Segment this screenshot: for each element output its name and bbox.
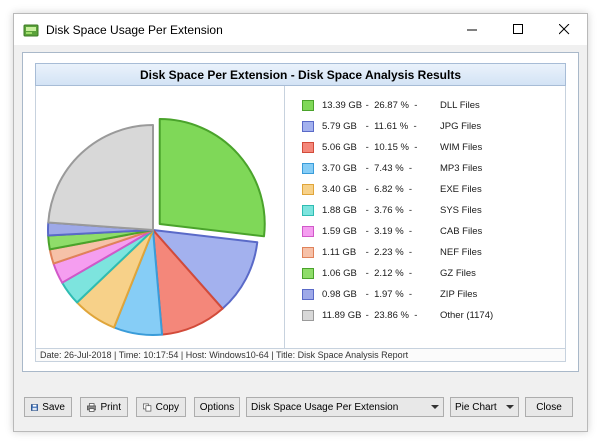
legend-percent: - 1.97 % - [363, 288, 413, 300]
legend-percent: - 3.19 % - [363, 225, 413, 237]
minimize-button[interactable] [449, 14, 495, 45]
app-window: Disk Space Usage Per Extension Disk Spac… [13, 13, 588, 432]
close-label: Close [536, 401, 562, 413]
legend-label: CAB Files [440, 225, 483, 237]
legend-item: 5.06 GB - 10.15 % - WIM Files [302, 140, 482, 154]
print-button[interactable]: Print [80, 397, 128, 417]
legend-item: 5.79 GB - 11.61 % - JPG Files [302, 119, 481, 133]
report-header: Disk Space Per Extension - Disk Space An… [35, 63, 566, 86]
legend-item: 1.88 GB - 3.76 % - SYS Files [302, 203, 482, 217]
options-button[interactable]: Options [194, 397, 240, 417]
legend-swatch [302, 267, 314, 279]
legend-percent: - 3.76 % - [363, 204, 413, 216]
legend-item: 0.98 GB - 1.97 % - ZIP Files [302, 287, 477, 301]
report-panel: Disk Space Per Extension - Disk Space An… [22, 52, 579, 372]
legend-swatch [302, 141, 314, 153]
legend-size: 5.06 GB [322, 141, 357, 153]
legend-percent: - 11.61 % - [363, 120, 417, 132]
legend-item: 13.39 GB - 26.87 % - DLL Files [302, 98, 480, 112]
minimize-icon [466, 29, 477, 31]
legend-percent: - 23.86 % - [363, 309, 418, 321]
legend-label: JPG Files [440, 120, 482, 132]
legend-percent: - 10.15 % - [363, 141, 418, 153]
save-label: Save [42, 401, 65, 413]
legend-percent: - 6.82 % - [363, 183, 413, 195]
legend-label: DLL Files [440, 99, 480, 111]
chart-type-select[interactable]: Pie Chart [450, 397, 519, 417]
legend-swatch [302, 120, 314, 132]
pie-chart [47, 118, 266, 336]
report-type-select[interactable]: Disk Space Usage Per Extension [246, 397, 444, 417]
chart-legend: 13.39 GB - 26.87 % - DLL Files 5.79 GB - 1… [284, 86, 566, 348]
pie-panel [36, 86, 284, 348]
chevron-down-icon [506, 405, 514, 409]
legend-item: 1.59 GB - 3.19 % - CAB Files [302, 224, 482, 238]
pie-slice-other-1174 [47, 124, 154, 231]
legend-item: 1.11 GB - 2.23 % - NEF Files [302, 245, 482, 259]
legend-percent: - 2.23 % - [363, 246, 413, 258]
legend-percent: - 7.43 % - [363, 162, 413, 174]
legend-percent: - 2.12 % - [363, 267, 413, 279]
maximize-button[interactable] [495, 14, 541, 45]
legend-swatch [302, 99, 314, 111]
pie-chart-icon [23, 24, 39, 36]
save-button[interactable]: Save [24, 397, 72, 417]
legend-item: 11.89 GB - 23.86 % - Other (1174) [302, 308, 493, 322]
legend-size: 1.59 GB [322, 225, 357, 237]
legend-item: 3.70 GB - 7.43 % - MP3 Files [302, 161, 482, 175]
legend-label: SYS Files [440, 204, 482, 216]
legend-label: Other (1174) [440, 309, 494, 321]
chart-area: 13.39 GB - 26.87 % - DLL Files 5.79 GB - 1… [35, 86, 566, 348]
options-label: Options [199, 401, 235, 413]
window-title: Disk Space Usage Per Extension [46, 22, 223, 37]
maximize-icon [512, 24, 523, 34]
legend-size: 3.70 GB [322, 162, 357, 174]
print-label: Print [100, 401, 121, 413]
legend-item: 3.40 GB - 6.82 % - EXE Files [302, 182, 482, 196]
chevron-down-icon [431, 405, 439, 409]
legend-swatch [302, 162, 314, 174]
legend-swatch [302, 288, 314, 300]
report-footer: Date: 26-Jul-2018 | Time: 10:17:54 | Hos… [35, 348, 566, 362]
pie-slice-dll-files [158, 118, 266, 238]
chart-type-value: Pie Chart [455, 401, 497, 413]
legend-label: NEF Files [440, 246, 482, 258]
close-icon [558, 24, 569, 35]
legend-label: GZ Files [440, 267, 476, 279]
legend-item: 1.06 GB - 2.12 % - GZ Files [302, 266, 476, 280]
copy-icon [143, 403, 152, 411]
legend-size: 0.98 GB [322, 288, 357, 300]
report-type-value: Disk Space Usage Per Extension [251, 401, 399, 413]
copy-label: Copy [155, 401, 179, 413]
legend-label: EXE Files [440, 183, 482, 195]
title-bar[interactable]: Disk Space Usage Per Extension [14, 14, 587, 45]
legend-size: 13.39 GB [322, 99, 363, 111]
legend-swatch [302, 309, 314, 321]
printer-icon [87, 402, 97, 412]
bottom-toolbar: Save Print Copy Options Disk Space Usage… [14, 393, 587, 419]
legend-label: WIM Files [440, 141, 483, 153]
legend-size: 1.06 GB [322, 267, 357, 279]
legend-percent: - 26.87 % - [363, 99, 418, 111]
legend-size: 11.89 GB [322, 309, 362, 321]
legend-size: 3.40 GB [322, 183, 357, 195]
legend-size: 1.88 GB [322, 204, 357, 216]
legend-size: 5.79 GB [322, 120, 357, 132]
legend-swatch [302, 204, 314, 216]
legend-swatch [302, 225, 314, 237]
legend-swatch [302, 246, 314, 258]
close-window-button[interactable] [541, 14, 587, 45]
legend-label: ZIP Files [440, 288, 478, 300]
copy-button[interactable]: Copy [136, 397, 186, 417]
floppy-disk-icon [31, 403, 39, 411]
legend-label: MP3 Files [440, 162, 483, 174]
legend-size: 1.11 GB [322, 246, 357, 258]
close-button[interactable]: Close [525, 397, 573, 417]
legend-swatch [302, 183, 314, 195]
